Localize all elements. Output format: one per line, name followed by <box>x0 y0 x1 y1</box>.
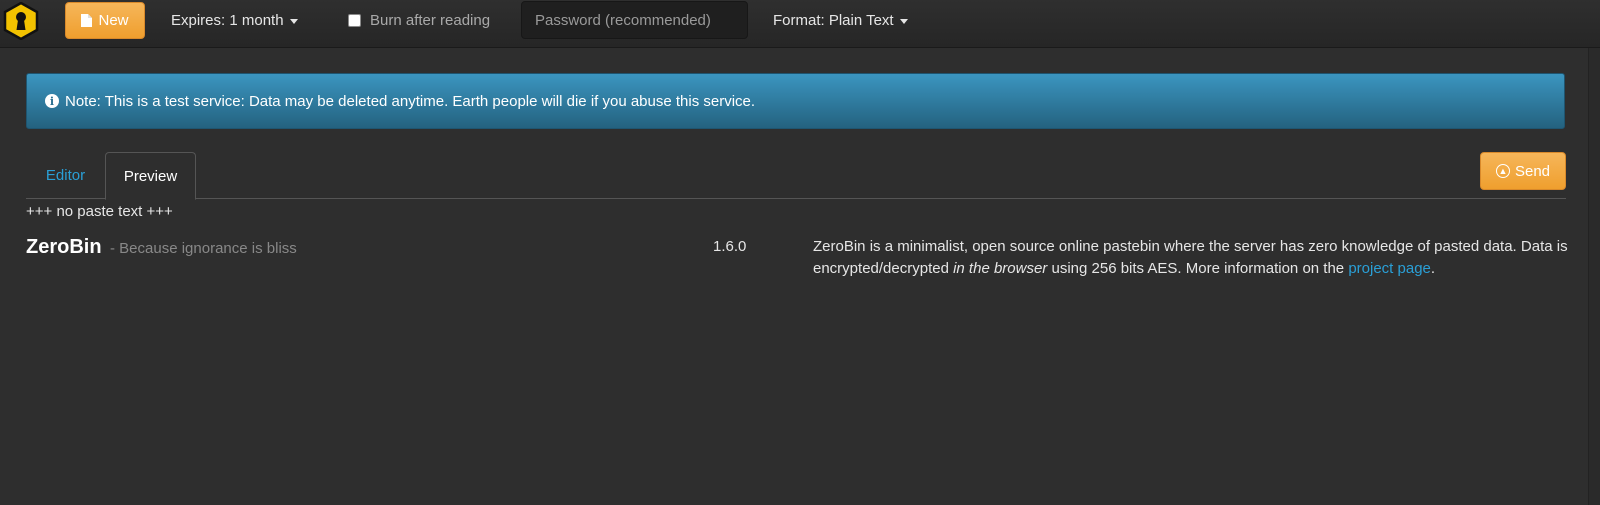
format-label: Format: Plain Text <box>773 11 894 29</box>
chevron-down-icon <box>289 18 298 24</box>
about-text-emphasis: in the browser <box>953 260 1048 277</box>
brand-tagline: - Because ignorance is bliss <box>110 240 297 257</box>
file-icon <box>81 14 93 27</box>
editor-tabs: Editor Preview <box>26 152 1566 200</box>
format-dropdown[interactable]: Format: Plain Text <box>773 0 908 40</box>
zerobin-logo-icon[interactable] <box>2 1 40 41</box>
send-button[interactable]: ▲ Send <box>1480 152 1566 190</box>
navbar: New Expires: 1 month Burn after reading … <box>0 0 1600 48</box>
send-button-label: Send <box>1514 162 1551 180</box>
expires-dropdown[interactable]: Expires: 1 month <box>171 0 298 40</box>
paste-preview-text: +++ no paste text +++ <box>26 203 173 220</box>
note-text: Note: This is a test service: Data may b… <box>65 92 756 110</box>
upload-icon: ▲ <box>1495 164 1510 178</box>
new-button[interactable]: New <box>65 2 145 39</box>
burn-after-reading-label: Burn after reading <box>370 11 491 29</box>
about-text-part2: using 256 bits AES. More information on … <box>1047 260 1349 277</box>
tab-preview-label: Preview <box>123 167 178 185</box>
version-number: 1.6.0 <box>713 238 747 255</box>
tab-editor[interactable]: Editor <box>26 152 105 199</box>
brand-name: ZeroBin <box>26 236 102 258</box>
chevron-down-icon <box>899 18 908 24</box>
project-page-link[interactable]: project page <box>1348 260 1431 277</box>
tab-editor-label: Editor <box>45 167 86 184</box>
about-text-end: . <box>1430 260 1436 277</box>
burn-after-reading-option[interactable]: Burn after reading <box>348 0 490 40</box>
test-service-note: i Note: This is a test service: Data may… <box>26 73 1565 129</box>
about-text: ZeroBin is a minimalist, open source onl… <box>813 236 1573 280</box>
info-icon: i <box>45 94 59 108</box>
burn-after-reading-checkbox[interactable] <box>348 13 361 27</box>
new-button-label: New <box>98 12 129 29</box>
expires-label: Expires: 1 month <box>171 11 284 29</box>
password-input[interactable] <box>521 1 748 39</box>
footer-brand: ZeroBin - Because ignorance is bliss <box>26 236 297 259</box>
tab-preview[interactable]: Preview <box>105 152 196 200</box>
page-scrollbar[interactable] <box>1588 48 1600 505</box>
